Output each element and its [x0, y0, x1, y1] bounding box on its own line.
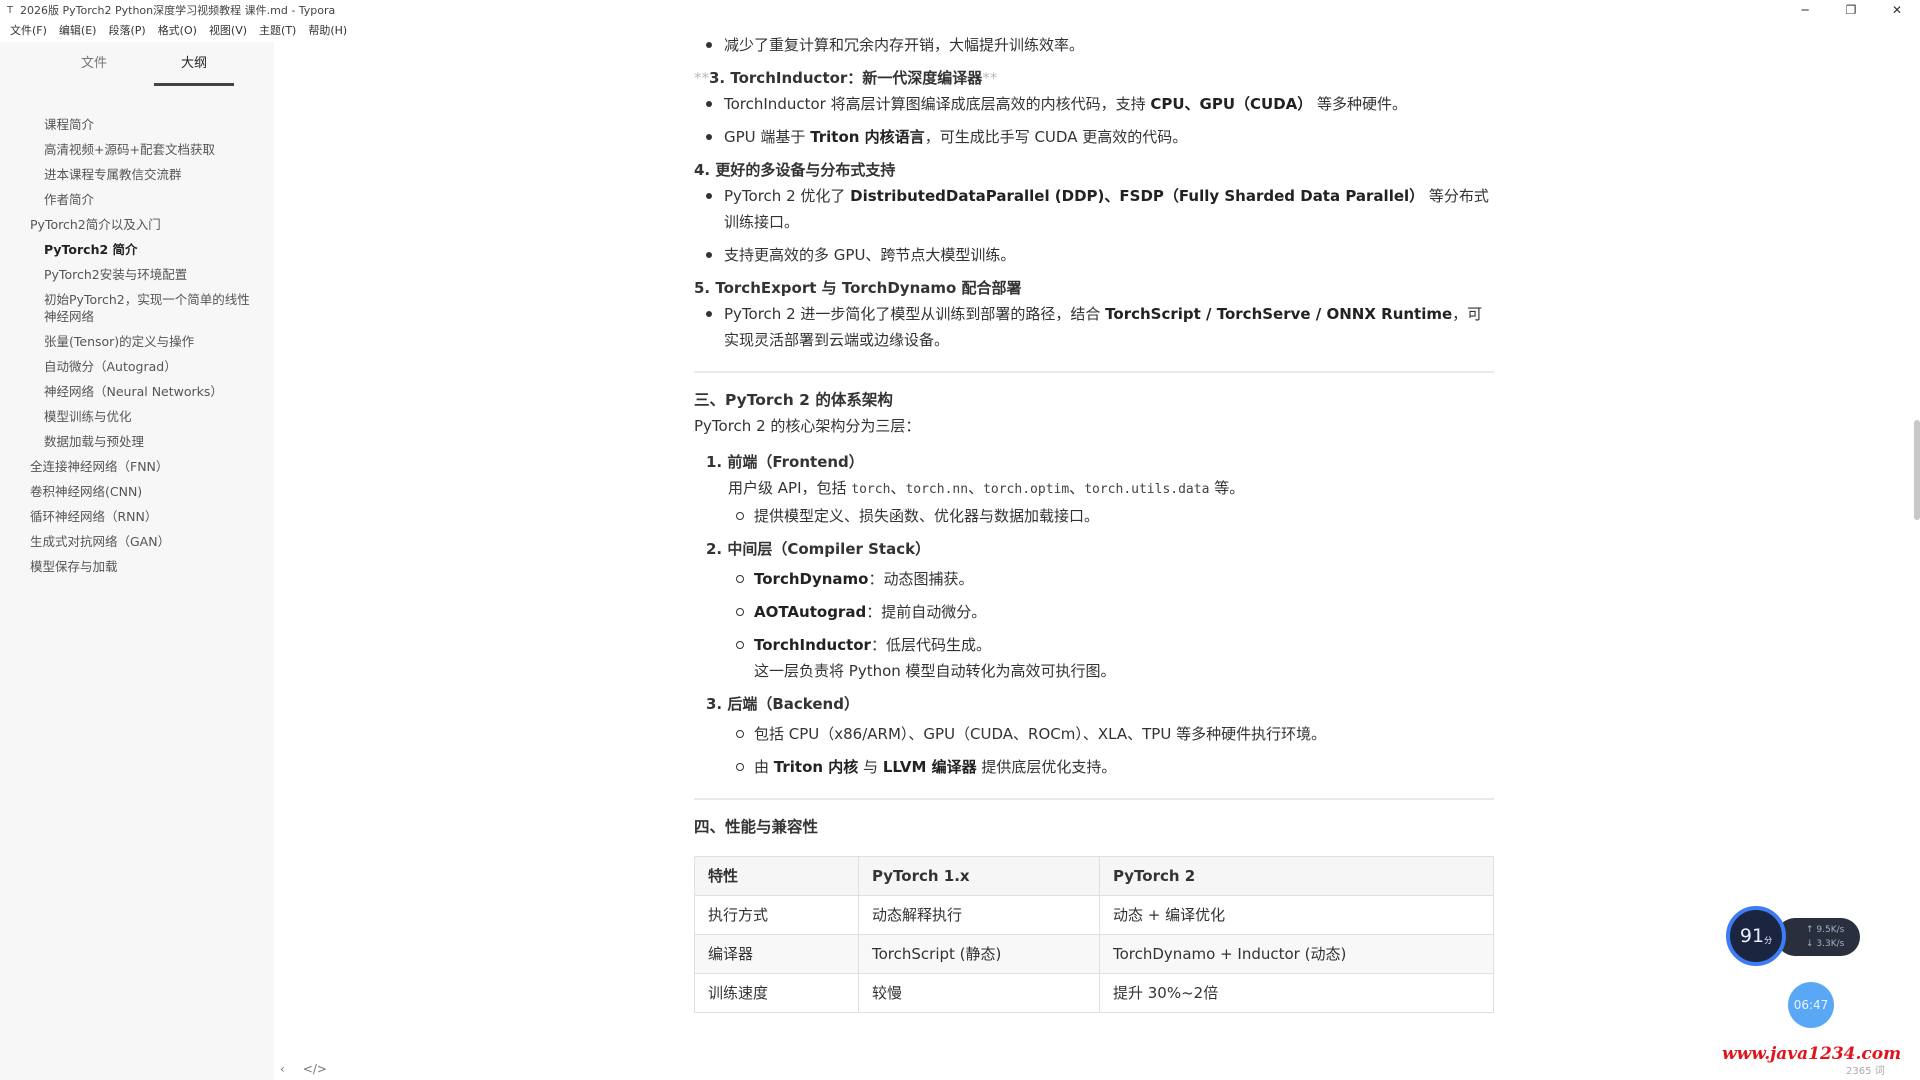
- close-icon[interactable]: ✕: [1874, 0, 1920, 20]
- clock-bubble[interactable]: 06:47: [1788, 982, 1834, 1028]
- heading-torchinductor: **3. TorchInductor：新一代深度编译器**: [694, 69, 998, 87]
- table-cell: 动态解释执行: [858, 895, 1100, 935]
- outline-item[interactable]: 卷积神经网络(CNN): [0, 479, 274, 504]
- table-row: 训练速度 较慢 提升 30%~2倍: [694, 973, 1494, 1013]
- outline-item[interactable]: 数据加载与预处理: [0, 429, 274, 454]
- window-title: 2026版 PyTorch2 Python深度学习视频教程 课件.md - Ty…: [20, 4, 336, 17]
- minimize-icon[interactable]: ─: [1782, 0, 1828, 20]
- scrollbar-thumb[interactable]: [1914, 420, 1920, 520]
- menu-paragraph[interactable]: 段落(P): [102, 20, 151, 42]
- menu-edit[interactable]: 编辑(E): [53, 20, 103, 42]
- download-speed: ↓ 3.3K/s: [1806, 939, 1845, 949]
- heading-distributed: 4. 更好的多设备与分布式支持: [694, 161, 896, 179]
- maximize-icon[interactable]: ❐: [1828, 0, 1874, 20]
- list-item: 支持更高效的多 GPU、跨节点大模型训练。: [694, 242, 1494, 268]
- network-speed-panel: ↑ 9.5K/s ↓ 3.3K/s: [1776, 918, 1860, 956]
- score-unit: 分: [1764, 935, 1773, 945]
- sub-bullet-list: TorchDynamo：动态图捕获。 AOTAutograd：提前自动微分。 T…: [694, 566, 1494, 684]
- table-row: 编译器 TorchScript (静态) TorchDynamo + Induc…: [694, 934, 1494, 974]
- typora-logo-icon: T: [6, 4, 14, 16]
- system-monitor-widget[interactable]: ↑ 9.5K/s ↓ 3.3K/s 91 分: [1726, 906, 1866, 966]
- list-item: 减少了重复计算和冗余内存开销，大幅提升训练效率。: [694, 32, 1494, 58]
- list-item: 包括 CPU（x86/ARM）、GPU（CUDA、ROCm）、XLA、TPU 等…: [694, 721, 1494, 747]
- list-item: TorchDynamo：动态图捕获。: [694, 566, 1494, 592]
- list-item: 提供模型定义、损失函数、优化器与数据加载接口。: [694, 503, 1494, 529]
- table-header: PyTorch 1.x: [858, 856, 1100, 896]
- outline-item[interactable]: 生成式对抗网络（GAN）: [0, 529, 274, 554]
- divider: [694, 371, 1494, 373]
- heading-torchexport: 5. TorchExport 与 TorchDynamo 配合部署: [694, 279, 1022, 297]
- outline-item[interactable]: 课程简介: [0, 112, 274, 137]
- outline-item[interactable]: PyTorch2简介以及入门: [0, 212, 274, 237]
- table-cell: 编译器: [694, 934, 859, 974]
- score-value: 91: [1739, 925, 1765, 947]
- menu-view[interactable]: 视图(V): [203, 20, 253, 42]
- numbered-item-backend: 3. 后端（Backend）: [706, 695, 859, 713]
- outline-item[interactable]: 高清视频+源码+配套文档获取: [0, 137, 274, 162]
- document-content[interactable]: 减少了重复计算和冗余内存开销，大幅提升训练效率。 **3. TorchInduc…: [694, 32, 1494, 1013]
- word-count[interactable]: 2365 词: [1846, 1062, 1885, 1077]
- outline-list: 课程简介 高清视频+源码+配套文档获取 进本课程专属教信交流群 作者简介 PyT…: [0, 86, 274, 579]
- list-item: TorchInductor 将高层计算图编译成底层高效的内核代码，支持 CPU、…: [694, 91, 1494, 117]
- watermark: www.java1234.com: [1722, 1044, 1902, 1064]
- table-header: PyTorch 2: [1099, 856, 1494, 896]
- tab-files[interactable]: 文件: [44, 44, 144, 84]
- sidebar-tabs: 文件 大纲: [0, 42, 274, 86]
- chevron-left-icon[interactable]: ‹: [280, 1062, 285, 1076]
- table-cell: 动态 + 编译优化: [1099, 895, 1494, 935]
- sub-bullet-list: 包括 CPU（x86/ARM）、GPU（CUDA、ROCm）、XLA、TPU 等…: [694, 721, 1494, 780]
- menu-theme[interactable]: 主题(T): [253, 20, 302, 42]
- table-cell: 训练速度: [694, 973, 859, 1013]
- list-item: TorchInductor：低层代码生成。 这一层负责将 Python 模型自动转…: [694, 632, 1494, 684]
- paragraph: 用户级 API，包括 torch、torch.nn、torch.optim、to…: [728, 479, 1245, 497]
- list-item: 由 Triton 内核 与 LLVM 编译器 提供底层优化支持。: [694, 754, 1494, 780]
- tab-outline[interactable]: 大纲: [144, 44, 244, 86]
- outline-item[interactable]: 模型保存与加载: [0, 554, 274, 579]
- comparison-table: 特性 PyTorch 1.x PyTorch 2 执行方式 动态解释执行 动态 …: [694, 856, 1494, 1013]
- source-code-icon[interactable]: </>: [303, 1062, 327, 1076]
- bullet-list: PyTorch 2 优化了 DistributedDataParallel (D…: [694, 183, 1494, 268]
- list-item: PyTorch 2 优化了 DistributedDataParallel (D…: [694, 183, 1494, 235]
- bullet-list: PyTorch 2 进一步简化了模型从训练到部署的路径，结合 TorchScri…: [694, 301, 1494, 353]
- table-header: 特性: [694, 856, 859, 896]
- table-row: 执行方式 动态解释执行 动态 + 编译优化: [694, 895, 1494, 935]
- sidebar-footer: ‹ </>: [280, 1062, 327, 1076]
- title-bar: T 2026版 PyTorch2 Python深度学习视频教程 课件.md - …: [0, 0, 1920, 20]
- numbered-item-frontend: 1. 前端（Frontend）: [706, 453, 864, 471]
- outline-item-active[interactable]: PyTorch2 简介: [0, 237, 274, 262]
- divider: [694, 798, 1494, 800]
- list-item: PyTorch 2 进一步简化了模型从训练到部署的路径，结合 TorchScri…: [694, 301, 1494, 353]
- menu-format[interactable]: 格式(O): [152, 20, 203, 42]
- table-cell: TorchDynamo + Inductor (动态): [1099, 934, 1494, 974]
- outline-item[interactable]: 初始PyTorch2，实现一个简单的线性神经网络: [0, 287, 274, 329]
- bullet-list: 减少了重复计算和冗余内存开销，大幅提升训练效率。: [694, 32, 1494, 58]
- table-cell: 提升 30%~2倍: [1099, 973, 1494, 1013]
- sub-bullet-list: 提供模型定义、损失函数、优化器与数据加载接口。: [694, 503, 1494, 529]
- table-header-row: 特性 PyTorch 1.x PyTorch 2: [694, 856, 1494, 896]
- table-cell: TorchScript (静态): [858, 934, 1100, 974]
- outline-item[interactable]: 神经网络（Neural Networks）: [0, 379, 274, 404]
- table-cell: 执行方式: [694, 895, 859, 935]
- outline-item[interactable]: 张量(Tensor)的定义与操作: [0, 329, 274, 354]
- heading-architecture: 三、PyTorch 2 的体系架构: [694, 391, 893, 409]
- heading-performance: 四、性能与兼容性: [694, 818, 819, 836]
- outline-item[interactable]: PyTorch2安装与环境配置: [0, 262, 274, 287]
- outline-item[interactable]: 全连接神经网络（FNN）: [0, 454, 274, 479]
- outline-item[interactable]: 作者简介: [0, 187, 274, 212]
- outline-item[interactable]: 进本课程专属教信交流群: [0, 162, 274, 187]
- upload-speed: ↑ 9.5K/s: [1806, 925, 1845, 935]
- menu-help[interactable]: 帮助(H): [302, 20, 353, 42]
- list-item: AOTAutograd：提前自动微分。: [694, 599, 1494, 625]
- score-ring: 91 分: [1726, 906, 1786, 966]
- outline-item[interactable]: 循环神经网络（RNN）: [0, 504, 274, 529]
- paragraph: PyTorch 2 的核心架构分为三层：: [694, 417, 921, 435]
- numbered-item-compiler: 2. 中间层（Compiler Stack）: [706, 540, 931, 558]
- menu-file[interactable]: 文件(F): [4, 20, 53, 42]
- outline-item[interactable]: 模型训练与优化: [0, 404, 274, 429]
- outline-item[interactable]: 自动微分（Autograd）: [0, 354, 274, 379]
- bullet-list: TorchInductor 将高层计算图编译成底层高效的内核代码，支持 CPU、…: [694, 91, 1494, 150]
- list-item: GPU 端基于 Triton 内核语言，可生成比手写 CUDA 更高效的代码。: [694, 124, 1494, 150]
- table-cell: 较慢: [858, 973, 1100, 1013]
- sidebar: 文件 大纲 课程简介 高清视频+源码+配套文档获取 进本课程专属教信交流群 作者…: [0, 42, 274, 1080]
